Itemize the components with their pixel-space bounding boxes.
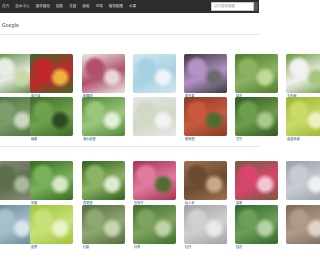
plant-photo[interactable] <box>30 161 73 200</box>
nav-item[interactable]: 苗木中心 <box>15 0 29 13</box>
plant-photo[interactable] <box>82 54 125 93</box>
plant-caption[interactable]: 杜鵑 <box>83 245 89 249</box>
plant-photo[interactable] <box>133 97 176 136</box>
plant-photo[interactable] <box>82 205 125 244</box>
plant-photo[interactable] <box>133 54 176 93</box>
plant-caption[interactable]: 蘆薈 <box>31 245 37 249</box>
nav-item[interactable]: 論壇 <box>82 0 89 13</box>
plant-photo[interactable] <box>82 161 125 200</box>
plant-photo[interactable] <box>184 54 227 93</box>
top-navigation-bar: 花卉 苗木中心 園林圖紙 園藝 花園 論壇 市場 植物圖鑑 水果 站內搜索關鍵 <box>0 0 259 13</box>
plant-photo[interactable] <box>286 97 320 136</box>
search-icon[interactable] <box>254 2 258 11</box>
plant-photo[interactable] <box>235 205 278 244</box>
nav-item[interactable]: 園藝 <box>56 0 63 13</box>
plant-photo[interactable] <box>184 97 227 136</box>
plant-caption[interactable]: 滴水觀音 <box>83 137 96 141</box>
plant-caption[interactable]: 月季 <box>134 245 140 249</box>
nav-item[interactable]: 花園 <box>69 0 76 13</box>
plant-photo[interactable] <box>184 161 227 200</box>
plant-photo[interactable] <box>235 161 278 200</box>
nav-item[interactable]: 花卉 <box>2 0 9 13</box>
plant-caption[interactable]: 牡丹 <box>185 245 191 249</box>
plant-photo[interactable] <box>30 205 73 244</box>
plant-photo[interactable] <box>286 161 320 200</box>
nav-item[interactable]: 園林圖紙 <box>36 0 50 13</box>
plant-photo[interactable] <box>133 161 176 200</box>
plant-caption[interactable]: 金邊黃楊 <box>287 137 300 141</box>
plant-caption[interactable]: 綠蘿 <box>31 137 37 141</box>
nav-item[interactable]: 植物圖鑑 <box>109 0 123 13</box>
plant-photo[interactable] <box>30 54 73 93</box>
divider <box>0 146 259 147</box>
plant-photo[interactable] <box>30 97 73 136</box>
plant-photo[interactable] <box>286 205 320 244</box>
nav-item[interactable]: 水果 <box>129 0 136 13</box>
google-brand-text: Google <box>2 24 19 29</box>
plant-caption[interactable]: 發財樹 <box>185 137 195 141</box>
plant-photo[interactable] <box>286 54 320 93</box>
plant-photo[interactable] <box>184 205 227 244</box>
top-nav-menu: 花卉 苗木中心 園林圖紙 園藝 花園 論壇 市場 植物圖鑑 水果 <box>2 0 136 13</box>
plant-caption[interactable]: 桂花 <box>236 245 242 249</box>
plant-photo[interactable] <box>82 97 125 136</box>
search-input[interactable]: 站內搜索關鍵 <box>211 2 254 11</box>
plant-photo[interactable] <box>133 205 176 244</box>
plant-caption[interactable]: 文竹 <box>236 137 242 141</box>
nav-item[interactable]: 市場 <box>96 0 103 13</box>
plant-photo[interactable] <box>235 54 278 93</box>
plant-photo[interactable] <box>235 97 278 136</box>
divider <box>0 34 259 35</box>
